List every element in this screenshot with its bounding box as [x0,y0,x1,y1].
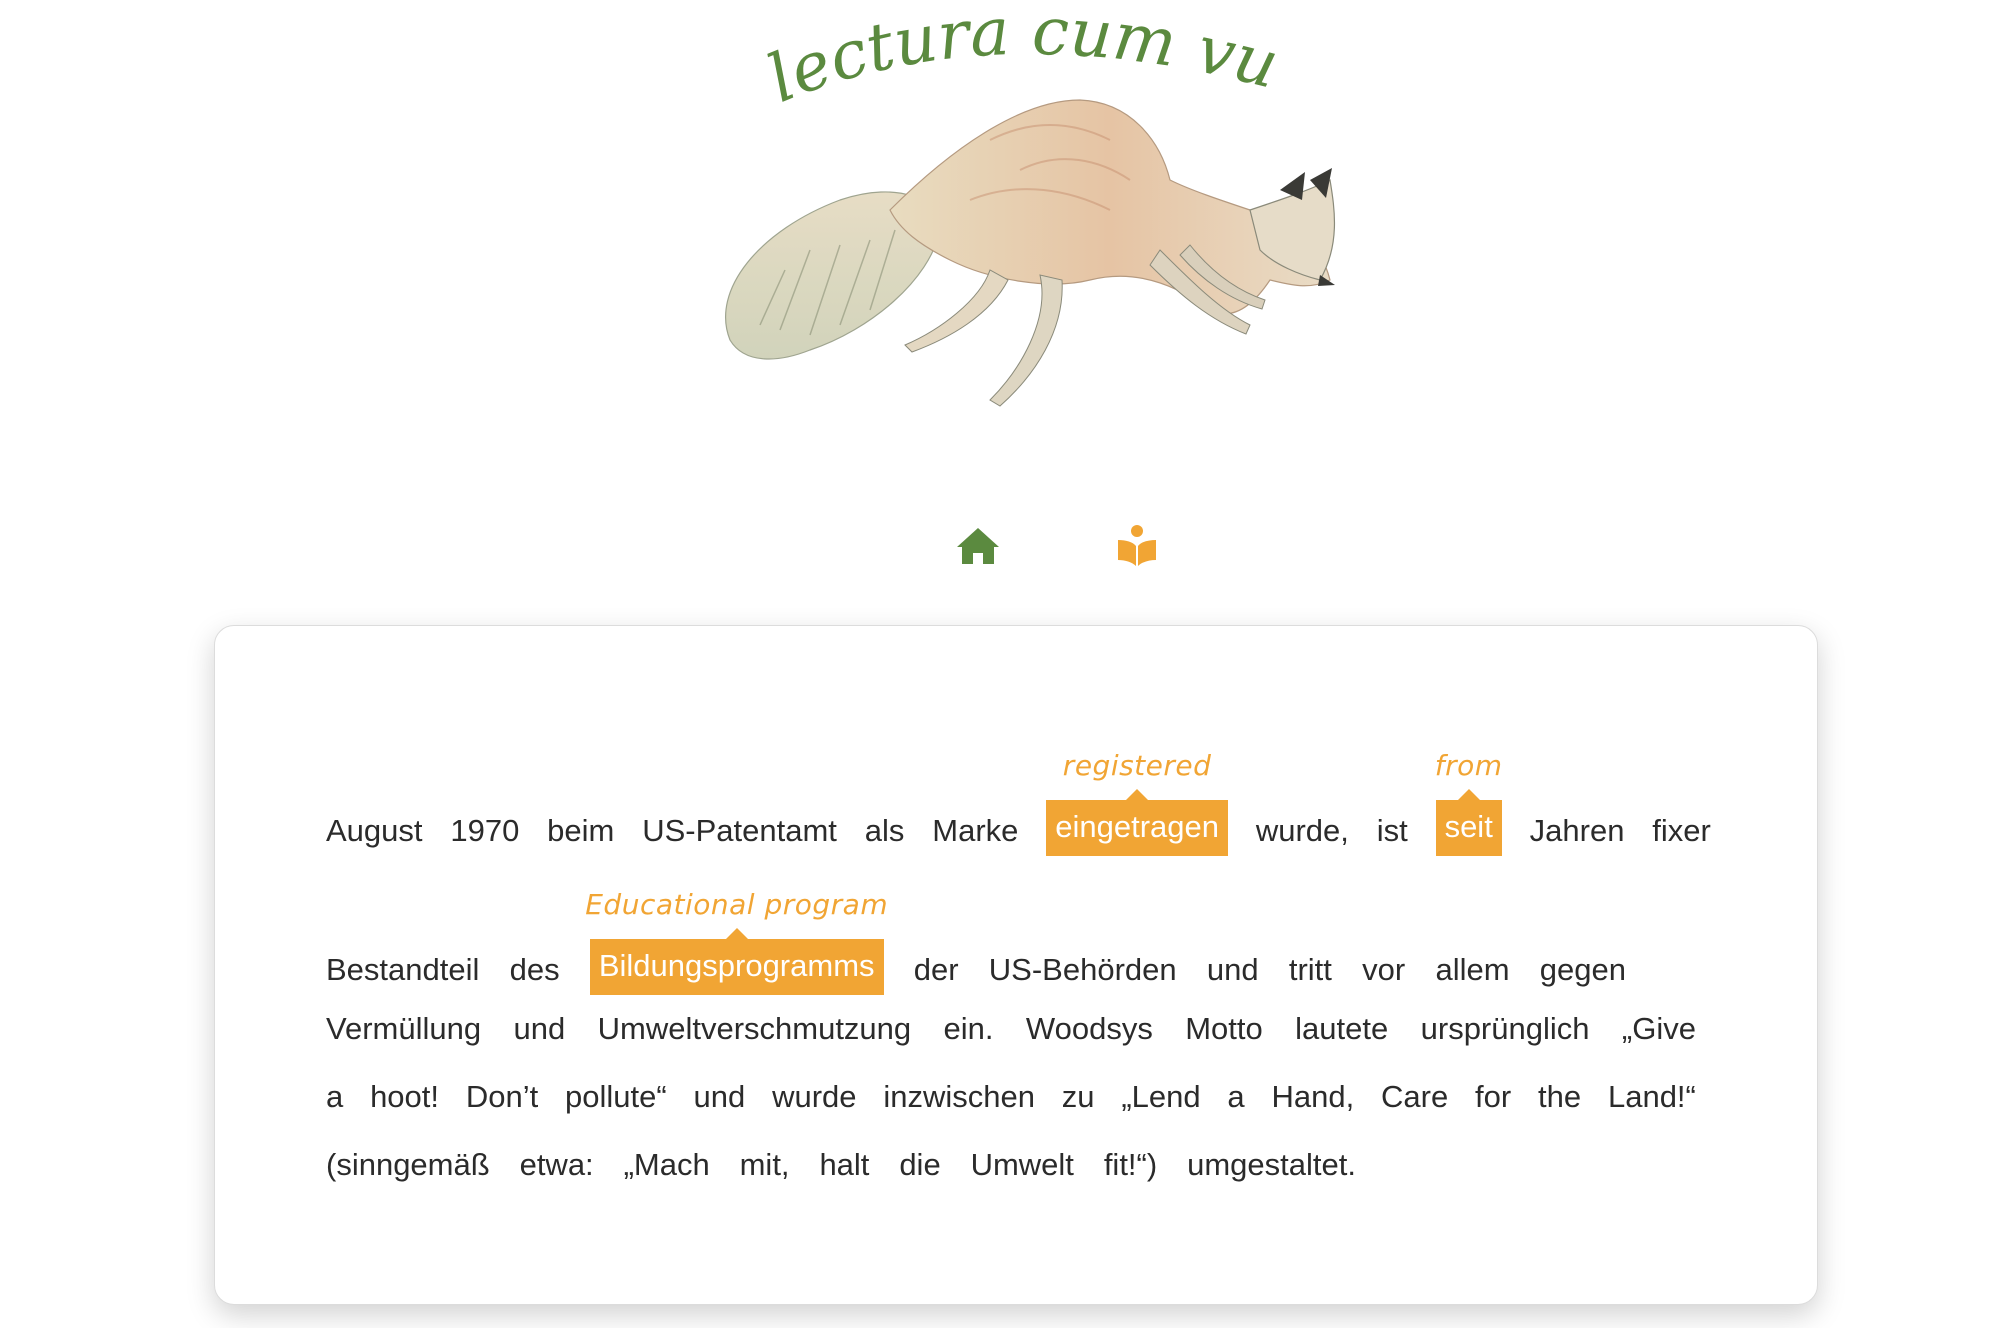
word: allem [1435,952,1510,987]
reading-card: August 1970 beim US-Patentamt als Marke … [214,625,1818,1305]
highlighted-word[interactable]: eingetragen [1046,789,1228,856]
text-line-4: a hoot! Don’t pollute“ und wurde inzwisc… [326,1079,1696,1115]
fox-illustration [690,80,1350,430]
word: a [326,1079,344,1114]
word: „Lend [1121,1079,1201,1114]
word: ein. [943,1011,994,1046]
word: umgestaltet. [1187,1147,1356,1182]
text-line-5: (sinngemäß etwa: „Mach mit, halt die Umw… [326,1147,1356,1183]
word: for [1475,1079,1512,1114]
word: und [1206,952,1259,987]
word: a [1227,1079,1245,1114]
word: hoot! [370,1079,440,1114]
word: Woodsys [1025,1011,1153,1046]
text-line-1: August 1970 beim US-Patentamt als Marke … [326,749,1711,860]
word: fit!“) [1103,1147,1158,1182]
vocab-highlight-bildungsprogramms: Educational program Bildungsprogramms [585,888,888,999]
word: mit, [739,1147,790,1182]
word: Don’t [465,1079,539,1114]
word: Vermüllung [326,1011,482,1046]
text-line-3: Vermüllung und Umweltverschmutzung ein. … [326,1011,1696,1047]
word: 1970 [450,813,520,848]
vocab-highlight-eingetragen: registered eingetragen [1046,749,1228,860]
word: US-Patentamt [642,813,837,848]
word: Marke [932,813,1019,848]
word: die [899,1147,941,1182]
word: wurde, [1255,813,1349,848]
word: etwa: [519,1147,594,1182]
word: August [326,813,423,848]
translation-tooltip: registered [1062,749,1212,782]
word: ist [1376,813,1408,848]
word: Hand, [1271,1079,1355,1114]
word: „Mach [623,1147,710,1182]
word: der [913,952,959,987]
word: „Give [1621,1011,1696,1046]
word: Umweltverschmutzung [597,1011,912,1046]
word: Motto [1185,1011,1263,1046]
word: als [864,813,905,848]
word: Land!“ [1607,1079,1696,1114]
word: fixer [1652,813,1711,848]
reader-icon[interactable] [1112,520,1162,570]
word: des [509,952,560,987]
translation-tooltip: from [1434,749,1503,782]
word: und [513,1011,566,1046]
word: wurde [772,1079,857,1114]
word: the [1538,1079,1582,1114]
word: und [693,1079,746,1114]
translation-tooltip: Educational program [585,888,889,921]
word: lautete [1295,1011,1389,1046]
word: vor [1362,952,1406,987]
home-icon[interactable] [953,520,1003,570]
word: tritt [1288,952,1332,987]
text-line-2: Bestandteil des Educational program Bild… [326,888,1626,999]
word: halt [819,1147,870,1182]
word: pollute“ [565,1079,667,1114]
word: US-Behörden [988,952,1177,987]
vocab-highlight-seit: from seit [1435,749,1502,860]
word: Jahren [1529,813,1625,848]
word: beim [547,813,615,848]
main-navigation [0,520,2016,570]
word: zu [1061,1079,1095,1114]
word: (sinngemäß [326,1147,490,1182]
word: Care [1381,1079,1449,1114]
word: ursprünglich [1420,1011,1590,1046]
highlighted-word[interactable]: seit [1435,789,1502,856]
word: gegen [1539,952,1626,987]
word: inzwischen [883,1079,1035,1114]
word: Umwelt [970,1147,1074,1182]
word: Bestandteil [326,952,480,987]
page: lectura cum vulpe [0,0,2016,1328]
highlighted-word[interactable]: Bildungsprogramms [589,928,884,995]
